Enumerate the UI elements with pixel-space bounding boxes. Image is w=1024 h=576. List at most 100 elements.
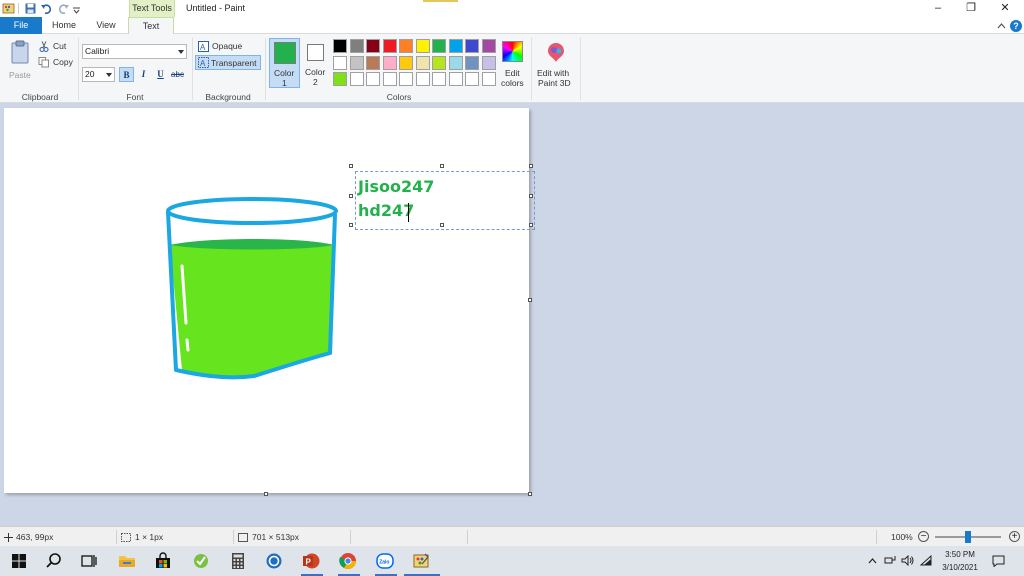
clipboard-group-label: Clipboard	[21, 92, 59, 102]
textbox-resize-handle[interactable]	[349, 164, 353, 168]
font-size-select[interactable]: 20	[82, 67, 115, 82]
drawing-canvas[interactable]: Jisoo247 hd247	[4, 108, 535, 493]
tab-text[interactable]: Text	[128, 17, 174, 35]
palette-swatch[interactable]	[349, 72, 364, 86]
tab-home[interactable]: Home	[44, 17, 84, 34]
palette-swatch[interactable]	[382, 55, 397, 70]
palette-swatch[interactable]	[448, 72, 463, 86]
palette-swatch[interactable]	[366, 39, 380, 53]
palette-swatch[interactable]	[399, 55, 413, 70]
powerpoint-icon[interactable]: P	[301, 551, 321, 571]
textbox-resize-handle[interactable]	[349, 223, 353, 227]
undo-icon[interactable]	[40, 2, 53, 15]
palette-swatch[interactable]	[432, 39, 446, 53]
search-icon[interactable]	[44, 551, 64, 571]
app-icon-blue[interactable]	[264, 551, 284, 571]
edit-with-paint3d-button[interactable]: Edit with Paint 3D	[535, 38, 577, 88]
minimize-button[interactable]: –	[921, 0, 955, 17]
palette-swatch[interactable]	[481, 72, 496, 86]
paint-app-icon[interactable]	[2, 2, 15, 15]
palette-swatch[interactable]	[333, 39, 347, 53]
italic-button[interactable]: I	[136, 67, 151, 82]
windows-start-icon[interactable]	[9, 551, 29, 571]
network-icon[interactable]	[884, 555, 896, 566]
palette-swatch[interactable]	[465, 72, 479, 86]
textbox-resize-handle[interactable]	[529, 164, 533, 168]
palette-swatch[interactable]	[448, 55, 463, 70]
palette-swatch[interactable]	[481, 55, 496, 70]
zalo-icon[interactable]: Zalo	[375, 551, 395, 571]
file-explorer-icon[interactable]	[117, 551, 137, 571]
palette-swatch[interactable]	[432, 55, 446, 70]
opaque-button[interactable]: A Opaque	[196, 40, 260, 53]
textbox-resize-handle[interactable]	[349, 194, 353, 198]
microsoft-store-icon[interactable]	[153, 551, 173, 571]
palette-swatch[interactable]	[448, 39, 463, 53]
clock-time[interactable]: 3:50 PM	[937, 550, 983, 559]
chevron-up-icon[interactable]	[868, 557, 877, 564]
zoom-in-button[interactable]: +	[1009, 531, 1020, 542]
palette-swatch[interactable]	[399, 72, 413, 86]
volume-icon[interactable]	[901, 555, 914, 566]
textbox-resize-handle[interactable]	[529, 223, 533, 227]
transparent-button[interactable]: A Transparent	[195, 55, 261, 70]
bold-button[interactable]: B	[119, 67, 134, 82]
copy-button[interactable]: Copy	[38, 57, 74, 69]
palette-swatch[interactable]	[481, 39, 496, 53]
palette-swatch[interactable]	[415, 39, 430, 53]
textbox-resize-handle[interactable]	[440, 223, 444, 227]
maximize-button[interactable]: ❐	[954, 0, 988, 17]
wifi-icon[interactable]	[920, 555, 932, 566]
color1-button[interactable]: Color 1	[269, 38, 300, 88]
palette-swatch[interactable]	[349, 55, 364, 70]
redo-icon[interactable]	[57, 2, 70, 15]
status-bar: 463, 99px 1 × 1px 701 × 513px 100% − +	[0, 526, 1024, 546]
font-family-select[interactable]: Calibri	[82, 44, 187, 59]
palette-swatch[interactable]	[465, 39, 479, 53]
svg-text:A: A	[200, 59, 206, 68]
underline-button[interactable]: U	[153, 67, 168, 82]
minimize-ribbon-icon[interactable]	[997, 22, 1006, 30]
tab-view[interactable]: View	[86, 17, 126, 34]
calculator-icon[interactable]	[228, 551, 248, 571]
palette-swatch[interactable]	[333, 55, 347, 70]
cut-button[interactable]: Cut	[38, 41, 72, 53]
strikethrough-button[interactable]: abc	[170, 67, 185, 82]
paint-taskbar-icon[interactable]	[411, 551, 431, 571]
palette-swatch[interactable]	[382, 39, 397, 53]
palette-swatch[interactable]	[366, 55, 380, 70]
tab-file[interactable]: File	[0, 17, 42, 34]
save-icon[interactable]	[24, 2, 37, 15]
task-view-icon[interactable]	[79, 551, 99, 571]
palette-swatch[interactable]	[415, 72, 430, 86]
notifications-icon[interactable]	[992, 555, 1005, 567]
canvas-resize-handle-bottom[interactable]	[264, 492, 268, 496]
palette-swatch[interactable]	[382, 72, 397, 86]
palette-swatch[interactable]	[333, 72, 347, 86]
close-button[interactable]: ✕	[988, 0, 1022, 17]
paint3d-label-1: Edit with	[537, 68, 570, 78]
zoom-slider-thumb[interactable]	[965, 531, 971, 543]
canvas-resize-handle-right[interactable]	[528, 298, 532, 302]
textbox-resize-handle[interactable]	[440, 164, 444, 168]
palette-swatch[interactable]	[399, 39, 413, 53]
zoom-out-button[interactable]: −	[918, 531, 929, 542]
palette-swatch[interactable]	[432, 72, 446, 86]
edit-colors-button[interactable]: Edit colors	[499, 38, 527, 88]
canvas-resize-handle-corner[interactable]	[528, 492, 532, 496]
cursor-position-icon	[4, 533, 13, 542]
cut-label: Cut	[53, 41, 67, 51]
customize-qat-icon[interactable]	[72, 2, 81, 15]
clock-date[interactable]: 3/10/2021	[937, 563, 983, 572]
textbox-resize-handle[interactable]	[529, 194, 533, 198]
palette-swatch[interactable]	[366, 72, 380, 86]
help-button[interactable]: ?	[1010, 20, 1022, 32]
palette-swatch[interactable]	[415, 55, 430, 70]
color2-button[interactable]: Color 2	[302, 38, 330, 88]
app-icon-green[interactable]	[191, 551, 211, 571]
palette-swatch[interactable]	[465, 55, 479, 70]
paste-button[interactable]: Paste	[4, 38, 36, 82]
text-box[interactable]: Jisoo247 hd247	[355, 171, 535, 230]
chrome-icon[interactable]	[338, 551, 358, 571]
palette-swatch[interactable]	[349, 39, 364, 53]
